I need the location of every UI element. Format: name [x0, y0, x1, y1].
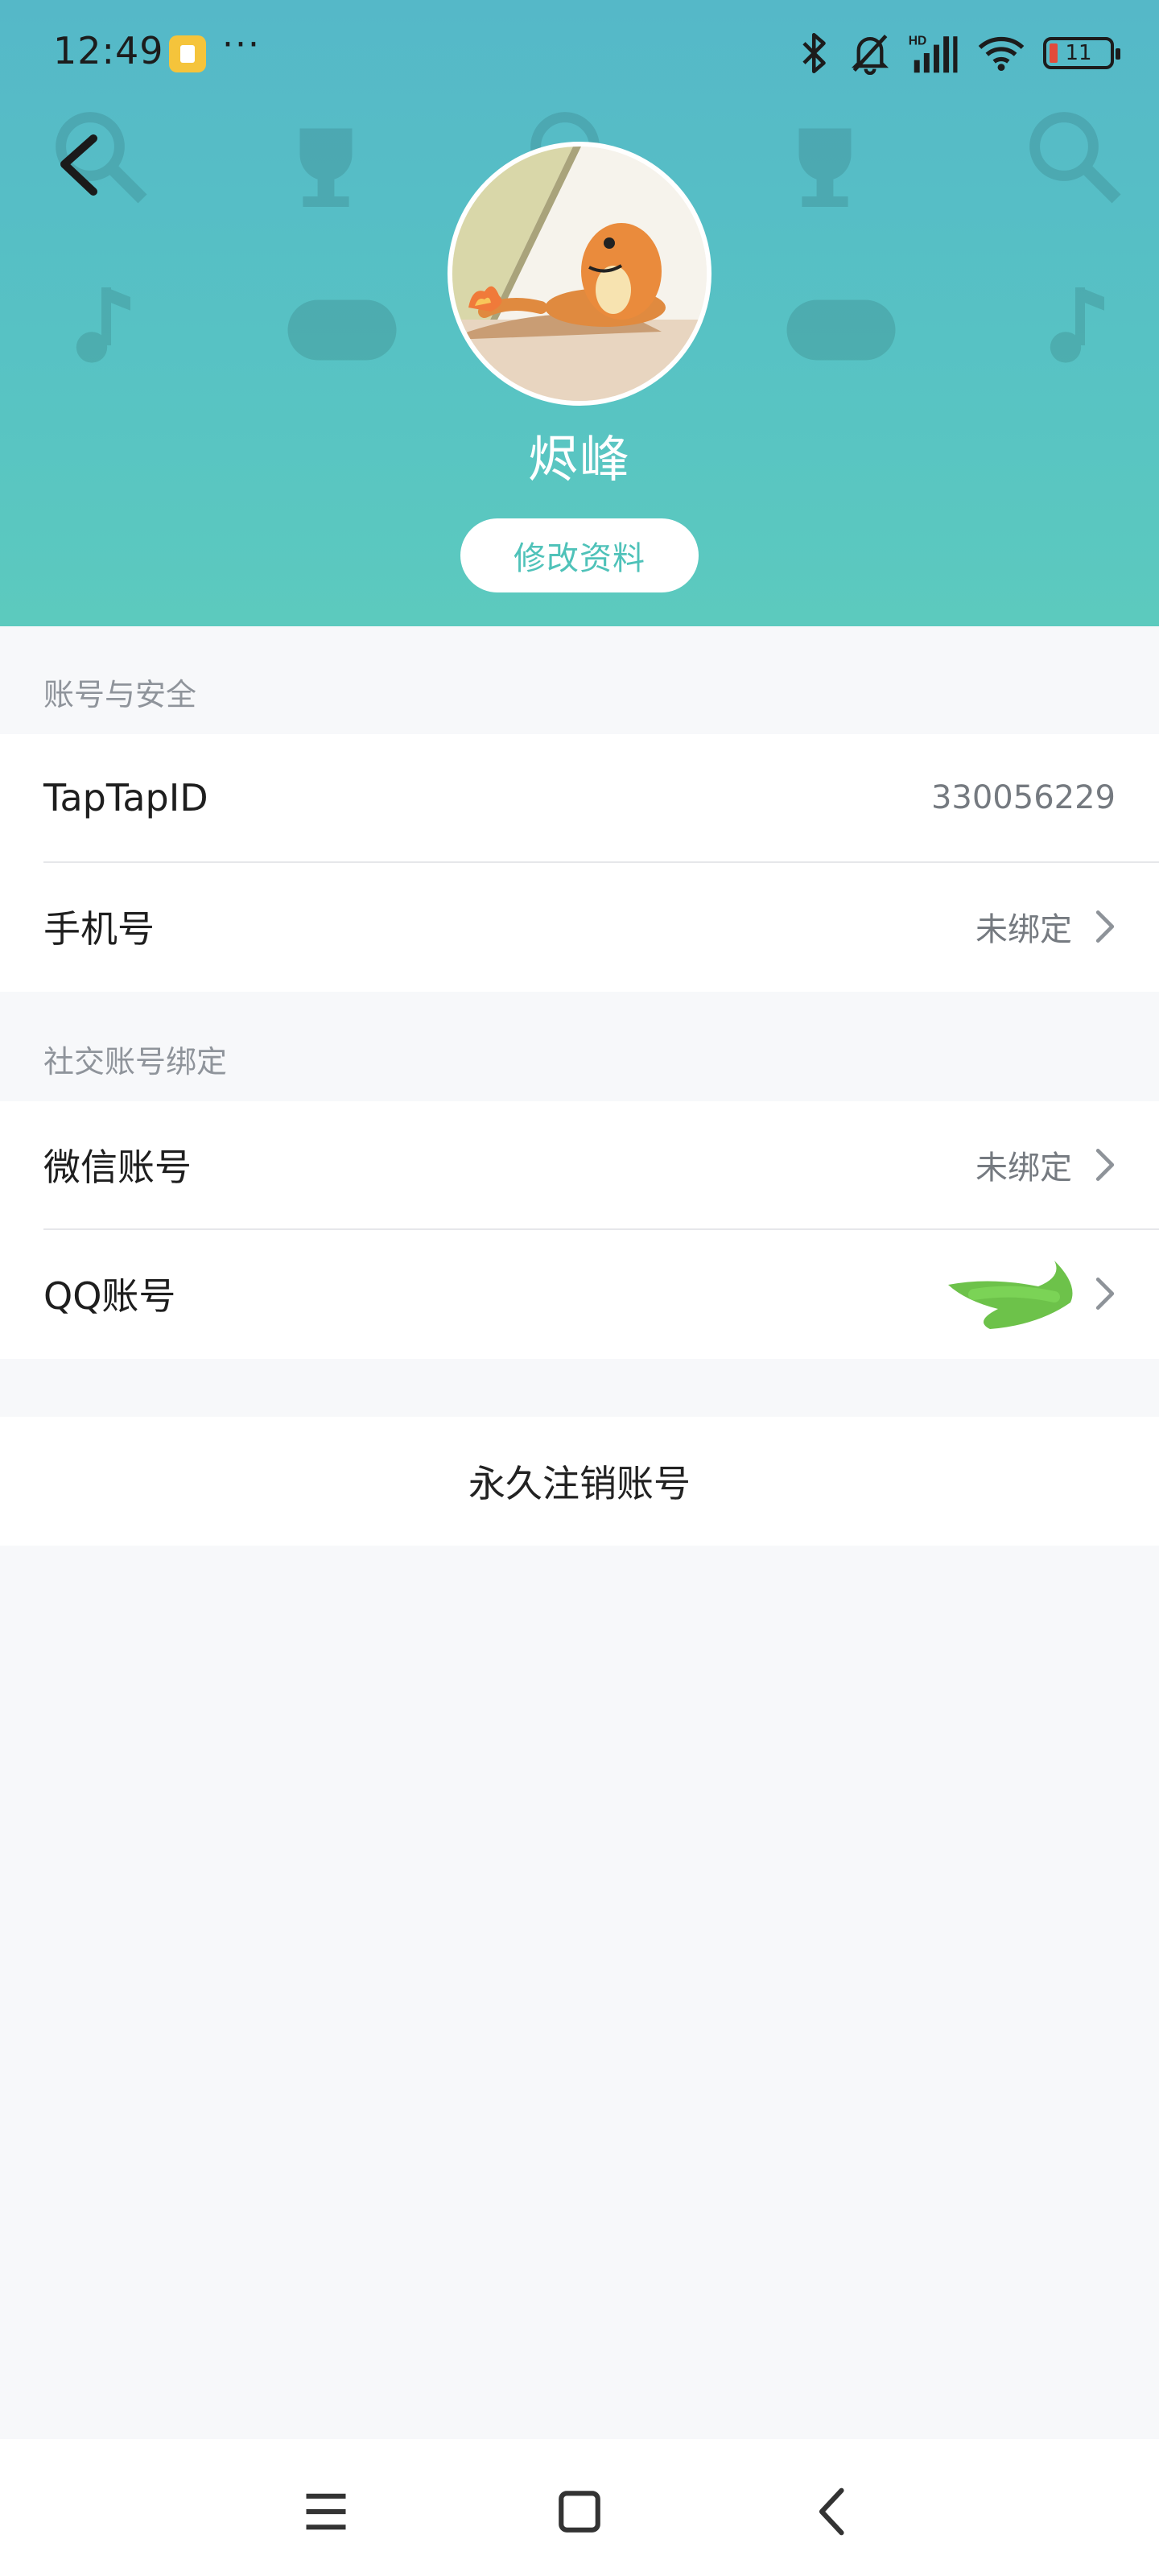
trophy-decor-icon — [299, 128, 353, 207]
section-title-social-binding: 社交账号绑定 — [43, 1044, 228, 1080]
qq-row[interactable]: QQ账号 — [0, 1230, 1159, 1357]
deactivate-account-button[interactable]: 永久注销账号 — [0, 1417, 1159, 1546]
system-navigation-bar — [0, 2439, 1159, 2576]
phone-label: 手机号 — [43, 907, 155, 951]
gamepad-decor-icon — [287, 299, 397, 361]
redaction-scribble — [948, 1261, 1073, 1329]
back-nav-icon[interactable] — [805, 2483, 861, 2540]
music-note-decor-icon — [76, 287, 130, 363]
taptap-id-label: TapTapID — [43, 776, 208, 819]
qq-label: QQ账号 — [43, 1274, 176, 1318]
gamepad-decor-icon — [786, 299, 896, 361]
status-bar: 12:49 ··· HD 11 — [0, 0, 1159, 105]
phone-value: 未绑定 — [975, 911, 1072, 948]
avatar-image — [452, 147, 707, 401]
wechat-label: 微信账号 — [43, 1146, 192, 1189]
magnifier-decor-icon — [1029, 112, 1121, 204]
section-title-account-security: 账号与安全 — [43, 677, 197, 712]
music-note-decor-icon — [1050, 287, 1104, 363]
wechat-row[interactable]: 微信账号 未绑定 — [0, 1101, 1159, 1228]
profile-header: 12:49 ··· HD 11 烬峰 修改资料 — [0, 0, 1159, 626]
chevron-right-icon — [1095, 1149, 1115, 1181]
trophy-decor-icon — [798, 128, 852, 207]
social-binding-card: 微信账号 未绑定 QQ账号 — [0, 1101, 1159, 1359]
muted-bell-icon — [851, 35, 889, 75]
username: 烬峰 — [527, 430, 631, 489]
chevron-right-icon — [1095, 1278, 1115, 1310]
battery-icon: 11 — [1043, 37, 1120, 69]
hd-signal-icon: HD — [909, 35, 958, 73]
wifi-icon — [978, 36, 1025, 72]
taptap-id-row: TapTapID 330056229 — [0, 734, 1159, 861]
account-security-card: TapTapID 330056229 手机号 未绑定 — [0, 734, 1159, 992]
bluetooth-icon — [802, 32, 826, 74]
status-icons: HD 11 — [798, 29, 1120, 77]
more-notifications-icon: ··· — [222, 24, 261, 65]
menu-icon[interactable] — [298, 2483, 354, 2540]
edit-profile-button[interactable]: 修改资料 — [460, 518, 699, 592]
phone-row[interactable]: 手机号 未绑定 — [0, 863, 1159, 990]
taptap-id-value: 330056229 — [930, 779, 1116, 816]
svg-text:HD: HD — [909, 35, 927, 48]
app-notification-icon — [169, 35, 206, 72]
avatar[interactable] — [448, 142, 711, 406]
back-arrow-icon[interactable] — [48, 129, 113, 201]
status-time: 12:49 — [53, 29, 164, 72]
account-settings-page: 12:49 ··· HD 11 烬峰 修改资料 账号与安全 TapTapID 3… — [0, 0, 1159, 2576]
home-icon[interactable] — [551, 2483, 608, 2540]
wechat-value: 未绑定 — [975, 1150, 1072, 1187]
chevron-right-icon — [1095, 910, 1115, 943]
